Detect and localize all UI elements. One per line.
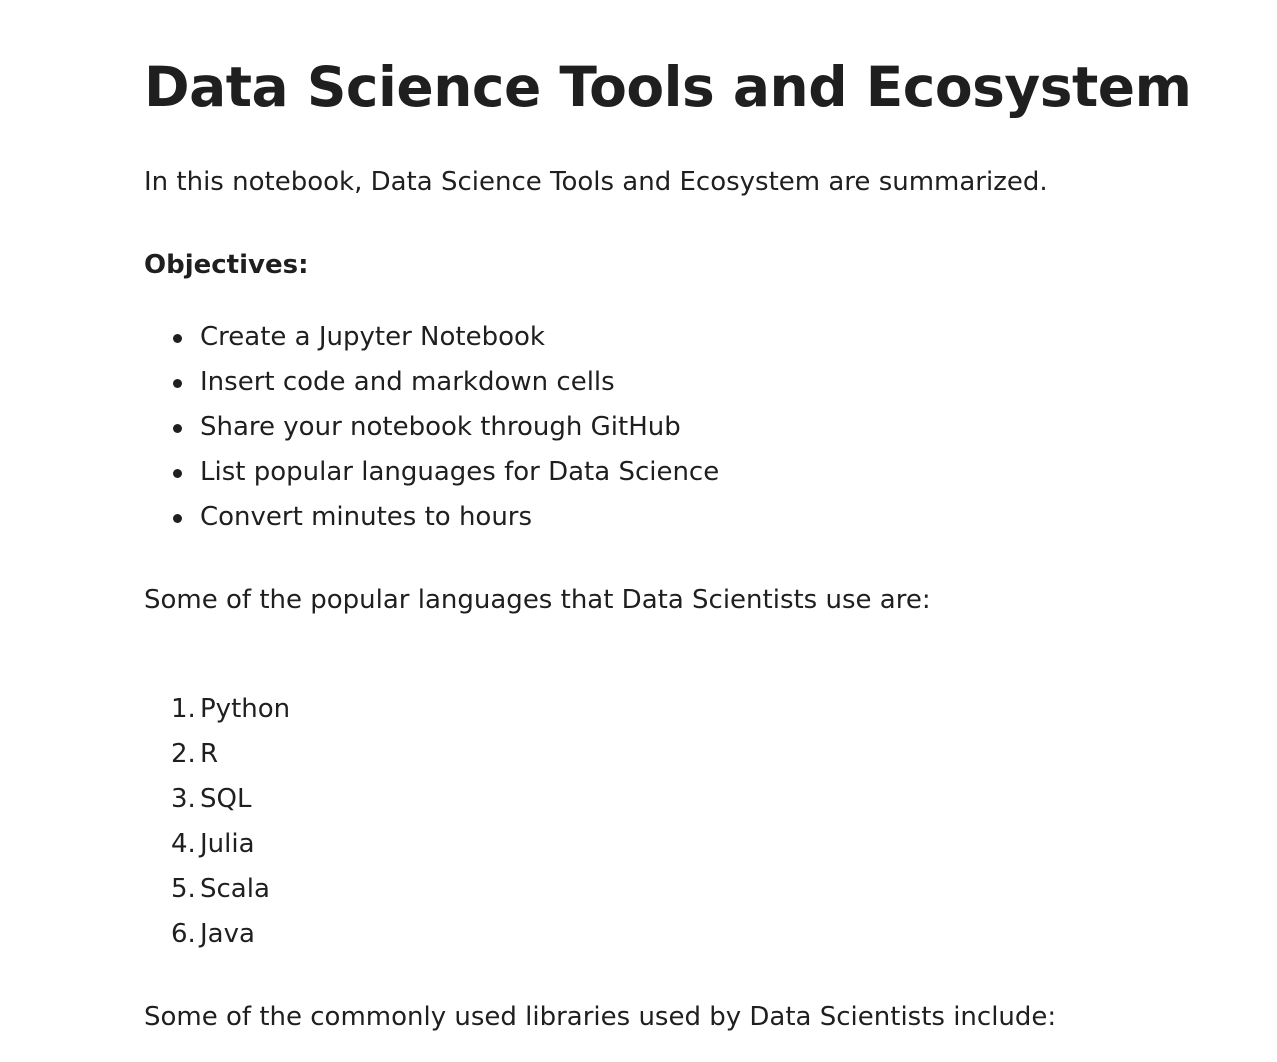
objective-item: Convert minutes to hours — [172, 500, 719, 545]
objective-item: List popular languages for Data Science — [172, 455, 719, 500]
libraries-intro: Some of the commonly used libraries used… — [144, 1002, 1057, 1032]
language-name: Scala — [200, 874, 270, 904]
intro-text: In this notebook, Data Science Tools and… — [144, 167, 1048, 197]
language-item: 3. SQL — [171, 782, 290, 827]
objective-item: Create a Jupyter Notebook — [172, 320, 719, 365]
language-item: 2. R — [171, 737, 290, 782]
language-number: 5. — [171, 874, 196, 904]
objective-item: Insert code and markdown cells — [172, 365, 719, 410]
objectives-list: Create a Jupyter Notebook Insert code an… — [172, 320, 719, 545]
notebook-page: Data Science Tools and Ecosystem In this… — [0, 0, 1277, 1062]
notebook-title: Data Science Tools and Ecosystem — [144, 55, 1192, 119]
language-name: SQL — [200, 784, 252, 814]
languages-list: 1. Python 2. R 3. SQL 4. Julia 5. Scala … — [171, 692, 291, 962]
language-name: R — [200, 739, 219, 769]
language-item: 6. Java — [171, 917, 290, 962]
language-name: Java — [200, 919, 255, 949]
objectives-heading: Objectives: — [144, 250, 309, 280]
language-item: 4. Julia — [171, 827, 290, 872]
language-name: Julia — [200, 829, 255, 859]
language-item: 1. Python — [171, 692, 291, 737]
language-name: Python — [200, 694, 291, 724]
language-number: 3. — [171, 784, 196, 814]
language-number: 1. — [171, 694, 196, 724]
languages-intro: Some of the popular languages that Data … — [144, 585, 931, 615]
language-item: 5. Scala — [171, 872, 290, 917]
language-number: 2. — [171, 739, 196, 769]
objective-item: Share your notebook through GitHub — [172, 410, 719, 455]
language-number: 6. — [171, 919, 196, 949]
language-number: 4. — [171, 829, 196, 859]
